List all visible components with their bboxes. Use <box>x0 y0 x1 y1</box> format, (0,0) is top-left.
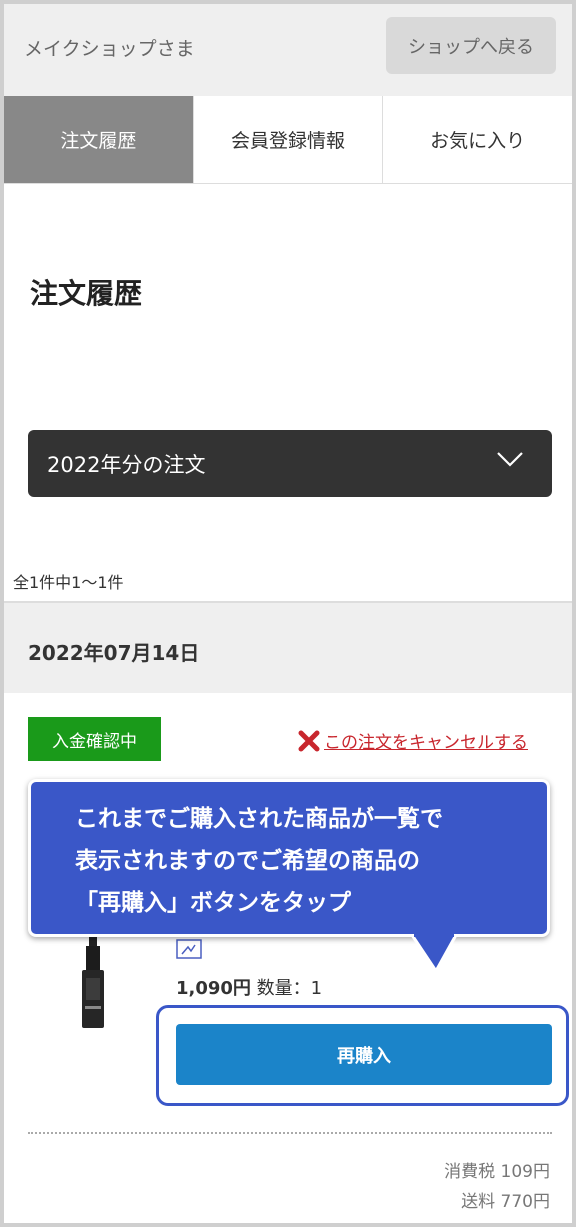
status-badge: 入金確認中 <box>28 717 161 761</box>
tab-favorites[interactable]: お気に入り <box>383 96 572 183</box>
tooltip-line-3: 「再購入」ボタンをタップ <box>75 890 351 916</box>
rebuy-button[interactable]: 再購入 <box>176 1024 552 1085</box>
dotted-divider <box>28 1132 552 1134</box>
product-image[interactable] <box>76 936 110 1028</box>
price-quantity-row: 1,090円 数量：1 <box>176 974 322 1000</box>
year-filter-select[interactable]: 2022年分の注文 <box>28 430 552 497</box>
top-bar: メイクショップさま ショップへ戻る <box>4 4 572 96</box>
tooltip-pointer <box>410 933 458 973</box>
user-greeting: メイクショップさま <box>24 38 195 60</box>
order-date-band: 2022年07月14日 <box>4 603 572 693</box>
tooltip-line-2: 表示されますのでご希望の商品の <box>75 848 420 874</box>
tab-order-history[interactable]: 注文履歴 <box>4 96 194 183</box>
guide-tooltip: これまでご購入された商品が一覧で 表示されますのでご希望の商品の 「再購入」ボタ… <box>28 779 550 937</box>
app-frame: メイクショップさま ショップへ戻る 注文履歴 会員登録情報 お気に入り 注文履歴… <box>0 0 576 1227</box>
cancel-order-link[interactable]: この注文をキャンセルする <box>298 728 528 753</box>
product-price: 1,090円 <box>176 978 251 999</box>
shipping-amount: 送料 770円 <box>461 1192 550 1212</box>
close-icon <box>298 730 320 751</box>
page-title: 注文履歴 <box>30 277 143 310</box>
tab-member-info[interactable]: 会員登録情報 <box>193 96 384 183</box>
chevron-down-icon <box>497 452 523 467</box>
account-tabs: 注文履歴 会員登録情報 お気に入り <box>4 96 572 184</box>
order-date: 2022年07月14日 <box>28 641 200 665</box>
result-count: 全1件中1～1件 <box>13 573 124 592</box>
tax-amount: 消費税 109円 <box>444 1162 550 1182</box>
back-to-shop-button[interactable]: ショップへ戻る <box>386 17 556 74</box>
tooltip-line-1: これまでご購入された商品が一覧で <box>75 806 443 832</box>
cancel-order-label: この注文をキャンセルする <box>324 733 528 753</box>
product-link-icon[interactable] <box>176 939 202 959</box>
product-quantity: 数量：1 <box>256 978 323 999</box>
year-filter-value: 2022年分の注文 <box>47 452 206 477</box>
